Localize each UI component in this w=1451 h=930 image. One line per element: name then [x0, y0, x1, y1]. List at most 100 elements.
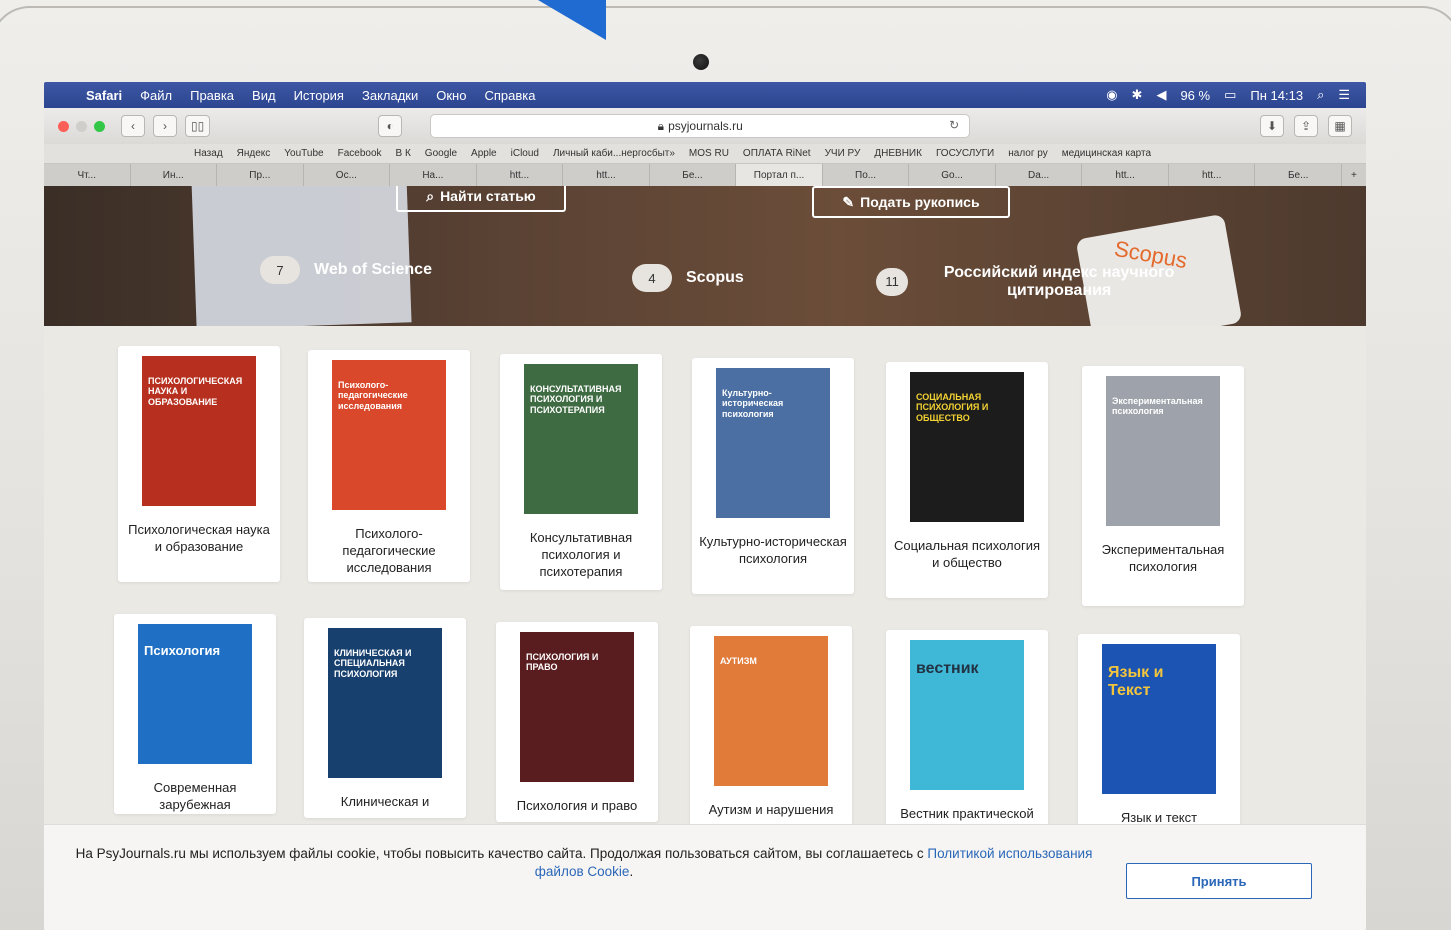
submit-manuscript-button[interactable]: ✎ Подать рукопись: [812, 186, 1010, 218]
toolbar-right: ⬇ ⇪ ▦: [1260, 115, 1366, 137]
journal-cover: Экспериментальная психология: [1106, 376, 1220, 526]
battery-icon: ▭: [1224, 87, 1237, 102]
spotlight-icon[interactable]: ⌕: [1317, 87, 1324, 103]
journal-card[interactable]: СОЦИАЛЬНАЯ ПСИХОЛОГИЯ И ОБЩЕСТВО Социаль…: [886, 362, 1048, 598]
metric-rinc: 11 Российский индекс научного цитировани…: [876, 264, 1196, 299]
share-button[interactable]: ⇪: [1294, 115, 1318, 137]
tab[interactable]: Пр...: [217, 164, 304, 186]
safari-toolbar: ‹ › ▯▯ ◐ 🔒︎ psyjournals.ru ↻ ⬇ ⇪ ▦: [44, 108, 1366, 144]
zoom-window-button[interactable]: [94, 120, 105, 132]
tab[interactable]: htt...: [563, 164, 650, 186]
minimize-window-button[interactable]: [76, 120, 87, 132]
menu-item-window[interactable]: Окно: [436, 88, 466, 103]
journal-card[interactable]: КЛИНИЧЕСКАЯ И СПЕЦИАЛЬНАЯ ПСИХОЛОГИЯ Кли…: [304, 618, 466, 818]
journal-cover: Психолого-педагогические исследования: [332, 360, 446, 510]
menu-item-bookmarks[interactable]: Закладки: [362, 88, 418, 103]
bookmark-item[interactable]: налог ру: [1008, 148, 1047, 159]
sidebar-icon: ▯▯: [191, 119, 205, 133]
new-tab-button[interactable]: +: [1342, 170, 1366, 181]
tab-active[interactable]: Портал п...: [736, 164, 823, 186]
journal-card[interactable]: Психология Современная зарубежная: [114, 614, 276, 814]
laptop-bezel: Safari Файл Правка Вид История Закладки …: [0, 0, 1451, 930]
chevron-right-icon: ›: [163, 119, 167, 133]
journal-card[interactable]: вестник Вестник практической: [886, 630, 1048, 830]
menu-item-history[interactable]: История: [294, 88, 344, 103]
menu-item-edit[interactable]: Правка: [190, 88, 234, 103]
journal-cover: Язык и Текст: [1102, 644, 1216, 794]
tab[interactable]: Чт...: [44, 164, 131, 186]
tab[interactable]: htt...: [477, 164, 564, 186]
journal-card[interactable]: АУТИЗМ Аутизм и нарушения: [690, 626, 852, 826]
wifi-icon[interactable]: ◉: [1106, 87, 1117, 103]
lock-icon: 🔒︎: [657, 118, 665, 133]
download-icon: ⬇: [1266, 119, 1278, 133]
bookmark-item[interactable]: В К: [396, 148, 411, 159]
metric-label: Web of Science: [314, 261, 432, 278]
metric-count: 7: [260, 256, 300, 284]
forward-button[interactable]: ›: [153, 115, 177, 137]
notification-center-icon[interactable]: ☰: [1338, 87, 1350, 103]
journal-card[interactable]: Психолого-педагогические исследования Пс…: [308, 350, 470, 582]
journal-title: Экспериментальная психология: [1101, 542, 1225, 574]
tab[interactable]: Ин...: [131, 164, 218, 186]
volume-icon[interactable]: ◀: [1156, 87, 1166, 103]
journal-card[interactable]: ПСИХОЛОГИЧЕСКАЯ НАУКА И ОБРАЗОВАНИЕ Псих…: [118, 346, 280, 582]
journal-title: Психология и право: [516, 798, 638, 813]
bookmark-item[interactable]: MOS RU: [689, 148, 729, 159]
journal-cover: ПСИХОЛОГИЧЕСКАЯ НАУКА И ОБРАЗОВАНИЕ: [142, 356, 256, 506]
tab[interactable]: На...: [390, 164, 477, 186]
address-bar[interactable]: 🔒︎ psyjournals.ru ↻: [430, 114, 971, 138]
reload-icon[interactable]: ↻: [949, 118, 959, 132]
menu-item-view[interactable]: Вид: [252, 88, 276, 103]
clock[interactable]: Пн 14:13: [1250, 88, 1303, 103]
bookmark-item[interactable]: ДНЕВНИК: [874, 148, 922, 159]
tab[interactable]: htt...: [1082, 164, 1169, 186]
bookmark-item[interactable]: ГОСУСЛУГИ: [936, 148, 994, 159]
accept-cookies-button[interactable]: Принять: [1126, 863, 1312, 899]
bookmark-item[interactable]: Google: [425, 148, 457, 159]
downloads-button[interactable]: ⬇: [1260, 115, 1284, 137]
journal-card[interactable]: Культурно-историческая психология Культу…: [692, 358, 854, 594]
tab[interactable]: Бе...: [650, 164, 737, 186]
bookmark-item[interactable]: Apple: [471, 148, 497, 159]
bookmark-item[interactable]: Назад: [194, 148, 223, 159]
macos-menubar: Safari Файл Правка Вид История Закладки …: [44, 82, 1366, 108]
bookmark-item[interactable]: Яндекс: [237, 148, 271, 159]
bookmark-item[interactable]: УЧИ РУ: [825, 148, 861, 159]
tab[interactable]: Da...: [996, 164, 1083, 186]
journal-card[interactable]: Язык и Текст Язык и текст: [1078, 634, 1240, 834]
tab[interactable]: По...: [823, 164, 910, 186]
journal-card[interactable]: КОНСУЛЬТАТИВНАЯ ПСИХОЛОГИЯ И ПСИХОТЕРАПИ…: [500, 354, 662, 590]
metric-count: 4: [632, 264, 672, 292]
battery-percent[interactable]: 96 %: [1180, 88, 1210, 103]
bookmark-item[interactable]: медицинская карта: [1062, 148, 1151, 159]
menu-item-file[interactable]: Файл: [140, 88, 172, 103]
tab[interactable]: Бе...: [1255, 164, 1342, 186]
bookmark-item[interactable]: Facebook: [338, 148, 382, 159]
back-button[interactable]: ‹: [121, 115, 145, 137]
tab[interactable]: htt...: [1169, 164, 1256, 186]
sidebar-button[interactable]: ▯▯: [185, 115, 211, 137]
menu-app-name[interactable]: Safari: [86, 88, 122, 103]
bookmark-item[interactable]: iCloud: [511, 148, 539, 159]
hero-banner: Scopus ⌕ Найти статью ✎ Подать рукопись …: [44, 186, 1366, 326]
bookmark-item[interactable]: ОПЛАТА RiNet: [743, 148, 811, 159]
tab[interactable]: Ос...: [304, 164, 391, 186]
journal-title: Вестник практической: [900, 806, 1034, 821]
journal-card[interactable]: ПСИХОЛОГИЯ И ПРАВО Психология и право: [496, 622, 658, 822]
tab-overview-button[interactable]: ▦: [1328, 115, 1352, 137]
submit-manuscript-label: Подать рукопись: [860, 194, 980, 210]
journal-title: Психологическая наука и образование: [128, 522, 270, 554]
find-article-button[interactable]: ⌕ Найти статью: [396, 186, 566, 212]
screen: Safari Файл Правка Вид История Закладки …: [44, 82, 1366, 930]
bluetooth-icon[interactable]: ✱: [1132, 87, 1143, 103]
journal-cover: Культурно-историческая психология: [716, 368, 830, 518]
bookmark-item[interactable]: Личный каби...нергосбыт»: [553, 148, 675, 159]
bookmark-item[interactable]: YouTube: [284, 148, 323, 159]
journal-cover: КЛИНИЧЕСКАЯ И СПЕЦИАЛЬНАЯ ПСИХОЛОГИЯ: [328, 628, 442, 778]
close-window-button[interactable]: [58, 120, 69, 132]
tab[interactable]: Go...: [909, 164, 996, 186]
journal-card[interactable]: Экспериментальная психология Эксперимент…: [1082, 366, 1244, 606]
privacy-button[interactable]: ◐: [378, 115, 403, 137]
menu-item-help[interactable]: Справка: [484, 88, 535, 103]
